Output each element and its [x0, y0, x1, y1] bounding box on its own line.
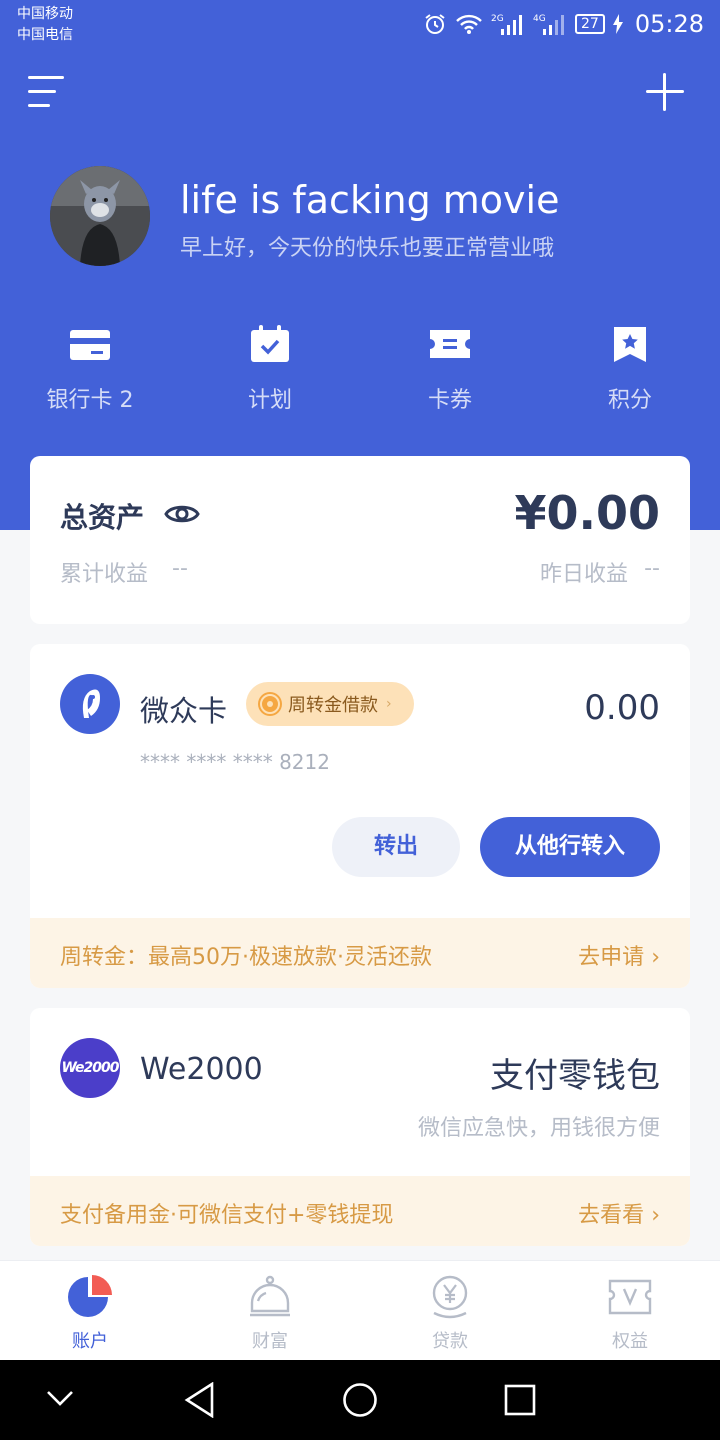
username: life is facking movie	[180, 178, 560, 222]
card-number: **** **** **** 8212	[140, 750, 330, 774]
system-navigation-bar	[0, 1360, 720, 1440]
recent-apps-icon[interactable]	[504, 1384, 536, 1416]
yesterday-earnings-label: 昨日收益	[539, 562, 628, 587]
home-icon[interactable]	[342, 1382, 378, 1418]
total-assets-title: 总资产	[60, 501, 145, 534]
svg-text:4G: 4G	[533, 14, 546, 24]
plus-icon[interactable]	[644, 71, 686, 113]
apply-link[interactable]: 去申请 ›	[578, 939, 660, 971]
chevron-right-icon: ›	[651, 945, 660, 970]
piggy-bell-icon	[250, 1275, 290, 1317]
transfer-out-button[interactable]: 转出	[332, 817, 460, 877]
tab-label: 权益	[612, 1331, 648, 1352]
status-bar: 中国移动 中国电信 2G 4G 27 05:28	[0, 0, 720, 50]
battery-level: 27	[575, 14, 605, 34]
we2000-card[interactable]: We2000 We2000 支付零钱包 微信应急快，用钱很方便 支付备用金·可微…	[30, 1008, 690, 1246]
card-name: 微众卡	[140, 694, 228, 728]
vip-ticket-icon	[608, 1279, 652, 1315]
promo-text: 支付备用金·可微信支付+零钱提现	[60, 1203, 394, 1228]
accumulated-earnings-label: 累计收益	[60, 562, 149, 587]
loan-promo-banner[interactable]: 周转金：最高50万·极速放款·灵活还款 去申请 ›	[30, 918, 690, 988]
shortcut-label: 积分	[607, 388, 652, 413]
loan-tag-label: 周转金借款	[288, 695, 378, 716]
ticket-icon	[430, 330, 470, 358]
shortcut-plans[interactable]: 计划	[180, 318, 360, 414]
shortcut-label: 银行卡 2	[46, 388, 134, 413]
carrier-1: 中国移动	[17, 6, 73, 22]
tab-benefits[interactable]: 权益	[540, 1261, 720, 1361]
loan-tag[interactable]: 周转金借款 ›	[246, 682, 414, 726]
shortcut-label: 卡券	[427, 388, 472, 413]
shortcut-bar: 银行卡 2 计划 卡券 积分	[0, 318, 720, 418]
avatar[interactable]	[50, 166, 150, 266]
eye-icon[interactable]	[164, 500, 200, 528]
total-assets-card[interactable]: 总资产 ¥0.00 累计收益 -- 昨日收益 --	[30, 456, 690, 624]
tab-loan[interactable]: 贷款	[360, 1261, 540, 1361]
bank-card-icon	[70, 330, 110, 360]
we2000-title: 支付零钱包	[490, 1056, 660, 1096]
chevron-right-icon: ›	[651, 1203, 660, 1228]
carrier-2: 中国电信	[17, 27, 73, 43]
coin-icon	[260, 694, 280, 714]
wifi-icon	[455, 13, 483, 35]
chevron-down-icon[interactable]	[46, 1388, 74, 1408]
card-balance: 0.00	[584, 688, 660, 728]
we2000-subtitle: 微信应急快，用钱很方便	[417, 1116, 660, 1141]
bottom-tab-bar: 账户 财富 贷款 权益	[0, 1260, 720, 1360]
svg-text:2G: 2G	[491, 14, 504, 24]
pie-chart-icon	[68, 1275, 112, 1317]
view-link[interactable]: 去看看 ›	[578, 1197, 660, 1229]
webank-card[interactable]: 微众卡 周转金借款 › 0.00 **** **** **** 8212 转出 …	[30, 644, 690, 988]
tab-account[interactable]: 账户	[0, 1261, 180, 1361]
shortcut-bank-cards[interactable]: 银行卡 2	[0, 318, 180, 414]
back-icon[interactable]	[184, 1382, 216, 1418]
tab-label: 贷款	[432, 1331, 468, 1352]
shortcut-label: 计划	[247, 388, 292, 413]
accumulated-earnings-value: --	[172, 556, 188, 581]
yen-coin-icon	[432, 1275, 468, 1319]
signal-2g-icon: 2G	[491, 12, 525, 36]
tab-label: 财富	[252, 1331, 288, 1352]
yesterday-earnings-value: --	[644, 556, 660, 581]
clock: 05:28	[634, 10, 704, 38]
greeting-text: 早上好，今天份的快乐也要正常营业哦	[180, 236, 555, 261]
alarm-icon	[423, 12, 447, 36]
we2000-logo: We2000	[60, 1038, 120, 1098]
menu-icon[interactable]	[28, 74, 64, 110]
we2000-name: We2000	[140, 1052, 263, 1087]
calendar-check-icon	[251, 325, 289, 362]
tab-wealth[interactable]: 财富	[180, 1261, 360, 1361]
total-assets-amount: ¥0.00	[514, 486, 660, 540]
transfer-in-button[interactable]: 从他行转入	[480, 817, 660, 877]
charging-icon	[612, 14, 623, 34]
shortcut-coupons[interactable]: 卡券	[360, 318, 540, 414]
tab-label: 账户	[72, 1331, 108, 1352]
bookmark-star-icon	[614, 327, 646, 362]
chevron-right-icon: ›	[386, 696, 392, 712]
shortcut-points[interactable]: 积分	[540, 318, 720, 414]
we2000-promo-banner[interactable]: 支付备用金·可微信支付+零钱提现 去看看 ›	[30, 1176, 690, 1246]
webank-logo	[60, 674, 120, 734]
promo-text: 周转金：最高50万·极速放款·灵活还款	[60, 945, 432, 970]
signal-4g-icon: 4G	[533, 12, 567, 36]
